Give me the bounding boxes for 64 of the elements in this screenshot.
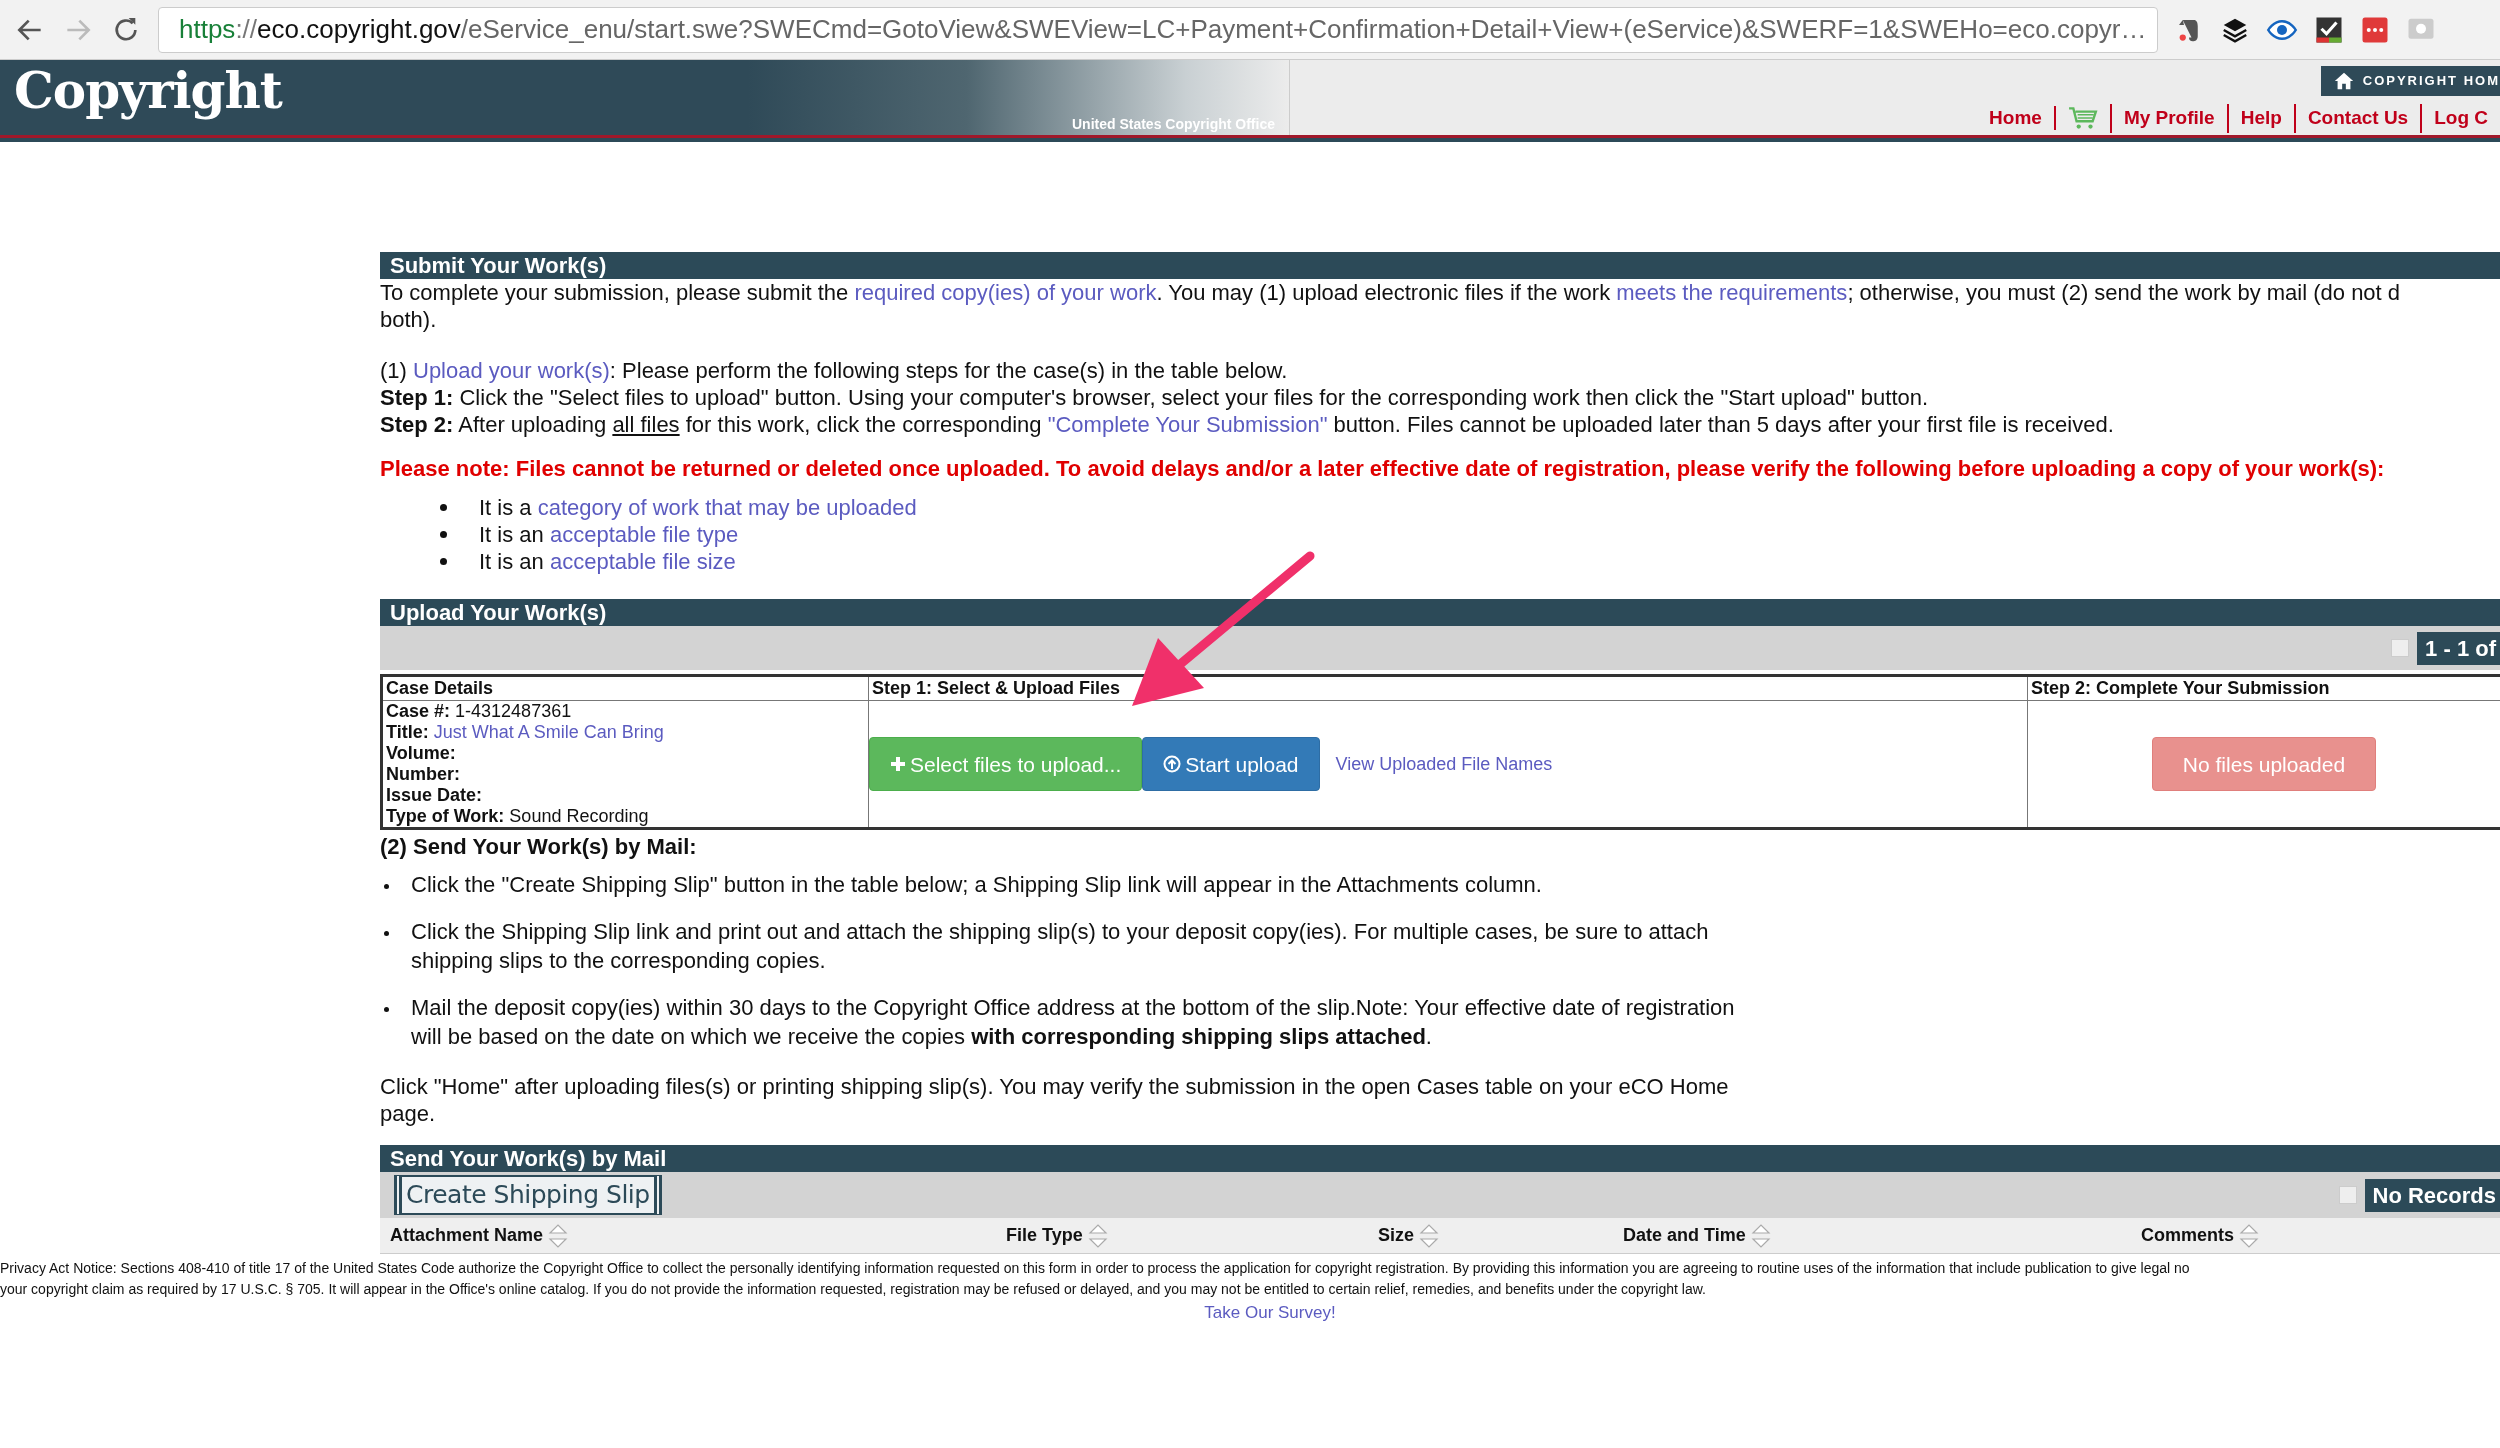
column-header[interactable]: File Type <box>1006 1222 1083 1249</box>
checklist-text: It is an acceptable file type <box>479 521 739 548</box>
link[interactable]: "Complete Your Submission" <box>1047 412 1328 437</box>
bullet-icon <box>384 884 389 889</box>
checklist-text: It is a category of work that may be uploaded <box>479 494 917 521</box>
nav-link[interactable]: Help <box>2226 104 2294 133</box>
column-header[interactable]: Attachment Name <box>390 1222 544 1249</box>
bullet-icon <box>440 531 447 538</box>
privacy-notice-text: Privacy Act Notice: Sections 408-410 of title 17 of the United States Code authorize the Copyright Office to collect the personally identifying information requested on this form in order to process the application for copyright registration. By providing this information you are agreeing to routine uses of the information that include publication to give legal no <box>0 1259 2191 1278</box>
instruction-text: Click the "Create Shipping Slip" button in the table below; a Shipping Slip link will appear in the Attachments column. <box>411 871 1543 899</box>
create-shipping-slip-button[interactable]: Create Shipping Slip <box>394 1175 662 1215</box>
step-text: Step 1: Click the "Select files to upload" button. Using your computer's browser, select your files for the corresponding work then click the "Start upload" button. <box>380 384 1930 411</box>
instruction-text: (1) Upload your work(s): Please perform the following steps for the case(s) in the table below. <box>380 357 1289 384</box>
case-field: Issue Date: <box>386 785 865 806</box>
section-header: Submit Your Work(s) <box>380 252 2500 279</box>
link[interactable]: Upload your work(s) <box>413 358 610 383</box>
closing-text: Click "Home" after uploading files(s) or printing shipping slip(s). You may verify the submission in the open Cases table on your eCO Home page. <box>380 1073 1730 1127</box>
plus-icon <box>890 756 906 772</box>
case-field: Volume: <box>386 743 865 764</box>
home-badge[interactable]: COPYRIGHT HOM <box>2320 66 2500 96</box>
case-field: Title: Just What A Smile Can Bring <box>386 722 865 743</box>
instruction-text: Click the Shipping Slip link and print out and attach the shipping slip(s) to your deposit copy(ies). For multiple cases, be sure to attach shipping slips to the corresponding copies. <box>411 918 1710 975</box>
bullet-icon <box>384 1007 389 1012</box>
warning-text: Please note: Files cannot be returned or deleted once uploaded. To avoid delays and/or a later effective date of registration, please verify the following before uploading a copy of your work(s): <box>380 455 2386 482</box>
link[interactable]: acceptable file size <box>549 549 736 574</box>
column-header: Case Details <box>383 677 868 701</box>
bullet-icon <box>440 558 447 565</box>
step-text: Step 2: After uploading all files for this work, click the corresponding "Complete Your Submission" button. Files cannot be uploaded later than 5 days after your first file is received. <box>380 411 2115 438</box>
pager-text: No Records <box>2364 1178 2500 1212</box>
nav-link[interactable]: Contact Us <box>2293 104 2421 133</box>
house-icon <box>2332 70 2355 92</box>
cart-icon[interactable] <box>2067 106 2098 131</box>
nav-link[interactable]: Home <box>1977 104 2054 133</box>
instruction-text: Mail the deposit copy(ies) within 30 days to the Copyright Office address at the bottom of the slip.Note: Your effective date of registration will be based on the date on which we receive the copies with corresponding shipping slips attached. <box>411 994 1736 1051</box>
link[interactable]: required copy(ies) of your work <box>854 280 1157 305</box>
view-files-link[interactable]: View Uploaded File Names <box>1335 753 1553 775</box>
address-bar[interactable]: https://eco.copyright.gov/eService_enu/start.swe?SWECmd=GotoView&SWEView=LC+Payment+Confirmation+Detail+View+(eService)&SWERF=1&SWEHo=eco.copyr… <box>158 6 2158 53</box>
link[interactable]: category of work that may be uploaded <box>537 495 917 520</box>
survey-link[interactable]: Take Our Survey! <box>1204 1303 1336 1322</box>
link[interactable]: meets the requirements <box>1616 280 1848 305</box>
nav-link[interactable]: Log C <box>2420 104 2500 133</box>
privacy-notice-text: your copyright claim as required by 17 U.S.C. § 705. It will appear in the Office's online catalog. If you do not provide the information requested, registration may be refused or delayed, and you may not be entitled to certain relief, remedies, and benefits under the copyright law. <box>0 1280 1707 1299</box>
checklist-text: It is an acceptable file size <box>479 548 736 575</box>
bullet-icon <box>440 504 447 511</box>
case-field: Type of Work: Sound Recording <box>386 806 865 827</box>
case-field: Case #: 1-4312487361 <box>386 701 865 722</box>
nav-link[interactable]: My Profile <box>2109 104 2227 133</box>
start-upload-button[interactable]: Start upload <box>1142 737 1320 791</box>
column-header[interactable]: Comments <box>2141 1222 2234 1249</box>
column-header[interactable]: Size <box>1378 1222 1415 1249</box>
section-header: Upload Your Work(s) <box>380 599 2500 626</box>
link[interactable]: acceptable file type <box>549 522 739 547</box>
case-field: Number: <box>386 764 865 785</box>
bullet-icon <box>384 931 389 936</box>
upload-icon <box>1163 755 1182 773</box>
intro-text: To complete your submission, please submit the required copy(ies) of your work. You may (1) upload electronic files if the work meets the requirements; otherwise, you must (2) send the work by mail (do not d both). <box>380 279 2402 333</box>
column-header: Step 2: Complete Your Submission <box>2028 677 2500 701</box>
previous-page-icon[interactable] <box>2338 1186 2357 1204</box>
pager-text: 1 - 1 of <box>2417 631 2500 665</box>
mail-heading: (2) Send Your Work(s) by Mail: <box>380 833 698 860</box>
column-header[interactable]: Date and Time <box>1623 1222 1746 1249</box>
title-link[interactable]: Just What A Smile Can Bring <box>433 722 664 742</box>
previous-page-icon[interactable] <box>2391 639 2410 657</box>
section-header: Send Your Work(s) by Mail <box>380 1145 2500 1172</box>
